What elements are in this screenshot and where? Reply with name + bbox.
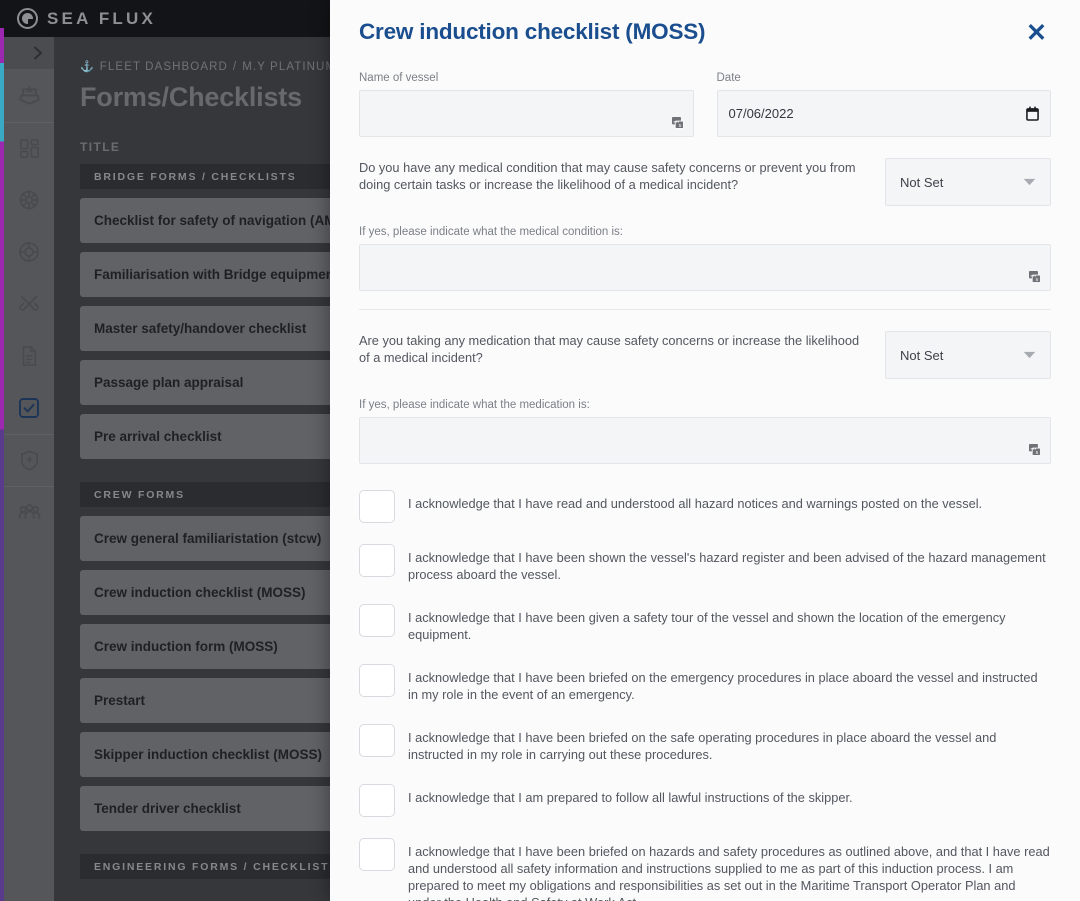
- medication-followup-label: If yes, please indicate what the medicat…: [359, 399, 590, 411]
- section-divider: [359, 309, 1051, 310]
- acknowledgement-row: I acknowledge that I have been briefed o…: [359, 838, 1051, 901]
- medical-condition-followup-input[interactable]: 5: [359, 244, 1051, 291]
- acknowledgement-checkbox[interactable]: [359, 544, 395, 577]
- medical-condition-question-block: Do you have any medical condition that m…: [359, 158, 1051, 206]
- acknowledgements-list: I acknowledge that I have read and under…: [359, 490, 1051, 901]
- acknowledgement-checkbox[interactable]: [359, 838, 395, 872]
- vessel-name-input[interactable]: 5: [359, 90, 694, 137]
- medication-select[interactable]: Not Set: [885, 331, 1051, 379]
- acknowledgement-row: I acknowledge that I have been briefed o…: [359, 724, 1051, 763]
- breadcrumb-current[interactable]: M.Y PLATINUM: [242, 61, 336, 73]
- acknowledgement-text: I acknowledge that I have read and under…: [408, 496, 983, 511]
- resize-grip-icon: 5: [671, 117, 684, 129]
- sidebar-item-forms-checklists[interactable]: [4, 382, 54, 434]
- app-logo[interactable]: SEA FLUX: [0, 8, 156, 29]
- date-input[interactable]: 07/06/2022: [716, 90, 1051, 137]
- medical-condition-select[interactable]: Not Set: [885, 158, 1051, 206]
- top-fields: Name of vessel 5 Date 07/06/2022: [359, 72, 1051, 137]
- acknowledgement-text: I acknowledge that I have been given a s…: [408, 610, 1006, 643]
- acknowledgement-text: I acknowledge that I have been briefed o…: [408, 730, 997, 763]
- tools-icon: [19, 295, 39, 311]
- resize-grip-icon: 5: [1029, 271, 1041, 283]
- life-ring-icon: [19, 242, 39, 262]
- modal-title: Crew induction checklist (MOSS): [359, 19, 706, 44]
- acknowledgement-checkbox[interactable]: [359, 490, 395, 523]
- medication-question-text: Are you taking any medication that may c…: [359, 333, 860, 365]
- sidebar-item-navigation[interactable]: [4, 174, 54, 226]
- grid-dashboard-icon: [19, 139, 39, 158]
- medical-condition-question-text: Do you have any medical condition that m…: [359, 160, 856, 192]
- sea-flux-logo-icon: [17, 8, 38, 29]
- date-value: 07/06/2022: [728, 106, 794, 121]
- acknowledgement-row: I acknowledge that I have been given a s…: [359, 604, 1051, 643]
- sidebar-item-crew[interactable]: [4, 486, 54, 538]
- acknowledgement-row: I acknowledge that I am prepared to foll…: [359, 784, 1051, 818]
- acknowledgement-checkbox[interactable]: [359, 724, 395, 758]
- date-field-group: Date 07/06/2022: [716, 72, 1051, 137]
- sidebar-item-dashboard[interactable]: [4, 122, 54, 174]
- close-icon[interactable]: ✕: [1022, 19, 1051, 48]
- helm-wheel-icon: [19, 190, 39, 210]
- sidebar-item-documents[interactable]: [4, 330, 54, 382]
- acknowledgement-text: I acknowledge that I have been briefed o…: [408, 844, 1050, 901]
- date-label: Date: [716, 72, 741, 84]
- medication-followup-input[interactable]: 5: [359, 417, 1051, 464]
- vessel-name-label: Name of vessel: [359, 72, 439, 84]
- ship-icon: [18, 85, 40, 105]
- checkbox-icon: [19, 398, 39, 418]
- svg-text:5: 5: [1036, 277, 1039, 283]
- acknowledgement-checkbox[interactable]: [359, 664, 395, 698]
- crew-people-icon: [18, 504, 40, 519]
- medical-condition-followup-label: If yes, please indicate what the medical…: [359, 226, 624, 238]
- breadcrumb-root[interactable]: FLEET DASHBOARD: [100, 61, 228, 73]
- acknowledgement-row: I acknowledge that I have been shown the…: [359, 544, 1051, 583]
- medical-shield-icon: [20, 450, 38, 471]
- chevron-down-icon: [1023, 178, 1036, 186]
- sidebar-item-medical[interactable]: [4, 434, 54, 486]
- acknowledgement-text: I acknowledge that I am prepared to foll…: [408, 790, 853, 806]
- medication-question-block: Are you taking any medication that may c…: [359, 331, 1051, 379]
- sidebar-item-vessel[interactable]: [4, 70, 54, 122]
- breadcrumb-separator: /: [232, 60, 238, 73]
- resize-grip-icon: 5: [1029, 444, 1041, 456]
- acknowledgement-text: I acknowledge that I have been shown the…: [408, 550, 1046, 583]
- logo-text: SEA FLUX: [47, 8, 157, 28]
- acknowledgement-row: I acknowledge that I have been briefed o…: [359, 664, 1051, 703]
- acknowledgement-checkbox[interactable]: [359, 784, 395, 818]
- acknowledgement-checkbox[interactable]: [359, 604, 395, 638]
- sidebar-collapse-button[interactable]: [4, 37, 54, 70]
- chevron-down-icon: [1023, 351, 1036, 359]
- medication-select-value: Not Set: [900, 347, 944, 363]
- svg-text:5: 5: [678, 123, 681, 129]
- anchor-icon: ⚓: [80, 61, 95, 73]
- modal-header: Crew induction checklist (MOSS) ✕: [359, 0, 1051, 48]
- document-icon: [22, 346, 37, 366]
- crew-induction-checklist-modal: Crew induction checklist (MOSS) ✕ Name o…: [330, 0, 1080, 901]
- acknowledgement-text: I acknowledge that I have been briefed o…: [408, 670, 1038, 703]
- calendar-icon[interactable]: [1026, 106, 1039, 121]
- chevron-right-icon: [34, 46, 42, 60]
- sidebar-rail: [4, 37, 54, 901]
- edge-accent-strip: [0, 28, 4, 901]
- vessel-name-field-group: Name of vessel 5: [359, 72, 694, 137]
- acknowledgement-row: I acknowledge that I have read and under…: [359, 490, 1051, 523]
- sidebar-item-safety[interactable]: [4, 226, 54, 278]
- medical-condition-select-value: Not Set: [900, 174, 944, 190]
- sidebar-item-maintenance[interactable]: [4, 278, 54, 330]
- svg-text:5: 5: [1036, 450, 1039, 456]
